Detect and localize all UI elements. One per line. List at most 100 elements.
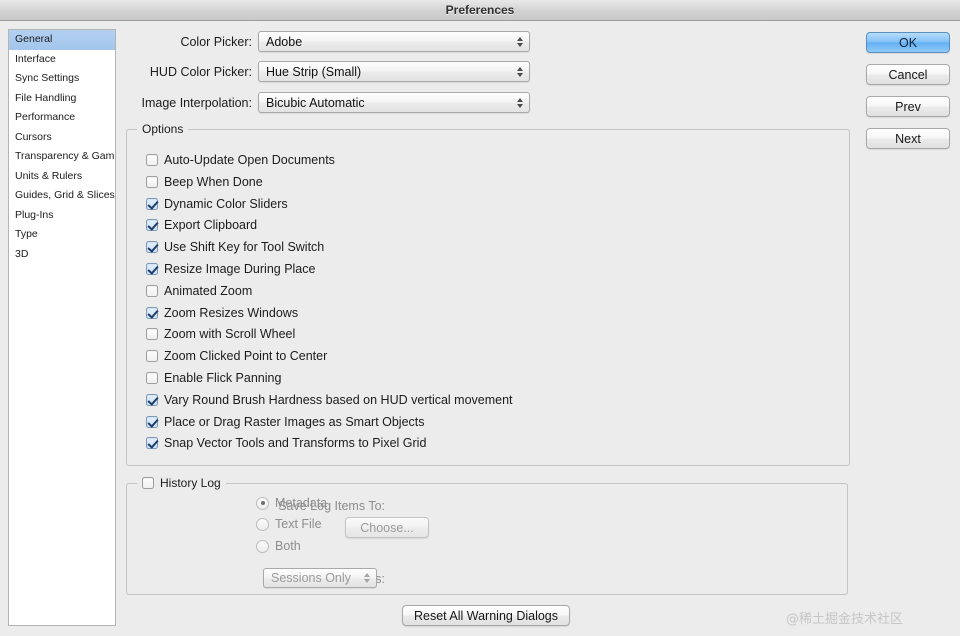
preferences-category-list[interactable]: General Interface Sync Settings File Handli… [8,29,116,626]
sidebar-item-type[interactable]: Type [9,225,115,245]
checkbox-icon[interactable] [146,393,158,406]
option-label: Enable Flick Panning [164,371,282,385]
option-row[interactable]: Snap Vector Tools and Transforms to Pixe… [146,436,426,450]
color-picker-dropdown[interactable]: Adobe [258,31,530,52]
window-title: Preferences [445,3,515,17]
option-label: Export Clipboard [164,218,258,233]
radio-row[interactable]: Metadata [256,496,327,510]
cancel-button[interactable]: Cancel [866,64,950,85]
option-row[interactable]: Export Clipboard [146,218,257,232]
option-row[interactable]: Enable Flick Panning [146,371,281,385]
sidebar-item-3d[interactable]: 3D [9,245,115,265]
option-label: Animated Zoom [164,283,253,298]
sidebar-item-label: 3D [15,247,29,260]
option-row[interactable]: Zoom Resizes Windows [146,306,298,320]
image-interpolation-label: Image Interpolation: [141,95,253,110]
choose-button[interactable]: Choose... [345,517,429,538]
option-row[interactable]: Auto-Update Open Documents [146,153,335,167]
checkbox-icon[interactable] [146,306,158,319]
window-titlebar: Preferences [0,0,960,21]
hud-color-picker-row: HUD Color Picker: Hue Strip (Small) [126,61,536,82]
hud-color-picker-label: HUD Color Picker: [149,64,252,79]
sidebar-item-label: Type [15,228,38,240]
option-row[interactable]: Place or Drag Raster Images as Smart Obj… [146,415,425,429]
sidebar-item-interface[interactable]: Interface [9,50,115,70]
option-row[interactable]: Dynamic Color Sliders [146,197,288,211]
hud-color-picker-value: Hue Strip (Small) [266,64,362,79]
checkbox-icon[interactable] [146,154,158,166]
sidebar-item-label: General [15,33,53,45]
checkbox-icon[interactable] [146,415,158,428]
chevron-updown-icon [363,571,370,585]
hud-color-picker-dropdown[interactable]: Hue Strip (Small) [258,61,530,82]
radio-icon[interactable] [256,496,269,510]
next-button[interactable]: Next [866,128,950,149]
checkbox-icon[interactable] [146,328,158,341]
radio-icon[interactable] [256,517,269,531]
checkbox-icon[interactable] [146,437,158,450]
sidebar-item-guides-grid-slices[interactable]: Guides, Grid & Slices [9,186,115,206]
image-interpolation-dropdown[interactable]: Bicubic Automatic [258,92,530,113]
checkbox-icon[interactable] [146,219,158,232]
ok-button[interactable]: OK [866,32,950,53]
options-checkbox-list: Auto-Update Open Documents Beep When Done… [127,130,849,465]
option-row[interactable]: Resize Image During Place [146,262,315,276]
reset-all-warning-dialogs-button[interactable]: Reset All Warning Dialogs [402,605,570,626]
sidebar-item-label: Performance [15,111,76,123]
edit-log-items-value: Sessions Only [271,571,351,585]
radio-row[interactable]: Text File [256,517,322,531]
option-label: Zoom Clicked Point to Center [164,349,328,364]
chevron-updown-icon [516,96,523,110]
option-label: Auto-Update Open Documents [164,153,335,167]
sidebar-item-cursors[interactable]: Cursors [9,128,115,148]
checkbox-icon[interactable] [146,197,158,210]
edit-log-items-dropdown[interactable]: Sessions Only [263,568,377,588]
image-interpolation-value: Bicubic Automatic [266,95,365,110]
option-label: Resize Image During Place [164,262,316,276]
radio-label: Metadata [275,496,328,510]
option-row[interactable]: Vary Round Brush Hardness based on HUD v… [146,393,513,407]
radio-icon[interactable] [256,539,269,553]
checkbox-icon[interactable] [146,350,158,363]
sidebar-item-transparency-gamut[interactable]: Transparency & Gamut [9,147,115,167]
color-picker-row: Color Picker: Adobe [126,31,536,52]
radio-label: Both [275,539,301,553]
option-row[interactable]: Animated Zoom [146,284,252,298]
option-label: Use Shift Key for Tool Switch [164,240,325,255]
chevron-updown-icon [516,65,523,79]
image-interpolation-row: Image Interpolation: Bicubic Automatic [126,92,536,113]
checkbox-icon[interactable] [146,263,158,275]
sidebar-item-units-rulers[interactable]: Units & Rulers [9,167,115,187]
option-row[interactable]: Zoom with Scroll Wheel [146,327,295,341]
sidebar-item-label: Sync Settings [15,72,80,84]
checkbox-icon[interactable] [146,284,158,297]
sidebar-item-label: Plug-Ins [15,208,54,221]
sidebar-item-label: Interface [15,52,56,65]
sidebar-item-plug-ins[interactable]: Plug-Ins [9,206,115,226]
chevron-updown-icon [516,35,523,49]
checkbox-icon[interactable] [146,175,158,188]
options-group: Options Auto-Update Open Documents Beep W… [126,122,850,466]
checkbox-icon[interactable] [146,372,158,384]
sidebar-item-performance[interactable]: Performance [9,108,115,128]
prev-button[interactable]: Prev [866,96,950,117]
sidebar-item-label: Units & Rulers [15,169,83,182]
option-label: Snap Vector Tools and Transforms to Pixe… [164,436,427,451]
checkbox-icon[interactable] [146,241,158,254]
option-row[interactable]: Beep When Done [146,175,263,189]
sidebar-item-label: Transparency & Gamut [15,150,116,162]
option-label: Dynamic Color Sliders [164,196,288,211]
sidebar-item-file-handling[interactable]: File Handling [9,89,115,109]
option-label: Place or Drag Raster Images as Smart Obj… [164,414,425,429]
option-label: Beep When Done [164,174,263,189]
sidebar-item-label: Cursors [15,130,52,143]
sidebar-item-sync-settings[interactable]: Sync Settings [9,69,115,89]
color-picker-value: Adobe [266,34,303,49]
color-picker-label: Color Picker: [180,34,252,49]
option-row[interactable]: Zoom Clicked Point to Center [146,349,327,363]
option-row[interactable]: Use Shift Key for Tool Switch [146,240,324,254]
history-log-group: History Log Save Log Items To: Metadata T… [126,476,848,595]
sidebar-item-general[interactable]: General [9,30,115,50]
radio-row[interactable]: Both [256,539,301,553]
sidebar-item-label: File Handling [15,91,77,104]
